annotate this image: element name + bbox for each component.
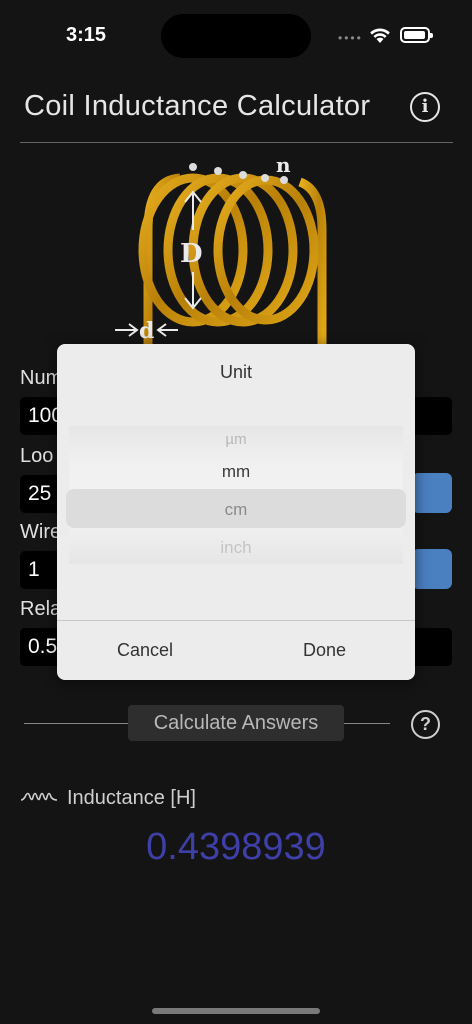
picker-option[interactable]: µm bbox=[69, 431, 403, 448]
loop-diameter-unit-button[interactable] bbox=[412, 473, 452, 513]
title-divider bbox=[20, 142, 453, 143]
picker-option[interactable]: mm bbox=[69, 462, 403, 482]
help-icon[interactable]: ? bbox=[411, 710, 440, 739]
home-indicator[interactable] bbox=[152, 1008, 320, 1014]
relative-permeability-label: Rela bbox=[20, 598, 62, 620]
info-icon[interactable]: i bbox=[410, 92, 440, 122]
wire-diameter-unit-button[interactable] bbox=[412, 549, 452, 589]
status-time: 3:15 bbox=[66, 24, 107, 46]
unit-picker-wheel[interactable]: µm mm cm inch bbox=[66, 426, 406, 564]
cellular-signal-icon: •••• bbox=[338, 31, 363, 45]
inductance-value: 0.4398939 bbox=[146, 826, 326, 868]
calculate-divider-right bbox=[344, 723, 390, 724]
turns-label: Num bbox=[20, 367, 63, 389]
picker-option-selected[interactable]: cm bbox=[69, 500, 403, 520]
unit-picker-dialog: Unit µm mm cm inch Cancel Done bbox=[57, 344, 415, 680]
wifi-icon bbox=[370, 28, 390, 43]
coil-label-n: n bbox=[276, 153, 291, 177]
status-bar: 3:15 •••• bbox=[0, 0, 472, 70]
wire-diameter-label: Wire bbox=[20, 521, 62, 543]
picker-option[interactable]: inch bbox=[69, 538, 403, 558]
coil-label-D: D bbox=[180, 239, 203, 269]
battery-icon bbox=[400, 27, 433, 43]
inductance-label: Inductance [H] bbox=[67, 787, 196, 809]
coil-diagram: n D d bbox=[115, 153, 327, 345]
calculate-divider-left bbox=[24, 723, 128, 724]
dialog-divider bbox=[57, 620, 415, 621]
calculate-answers-button[interactable]: Calculate Answers bbox=[128, 705, 344, 741]
dialog-title: Unit bbox=[219, 362, 252, 382]
coil-label-d: d bbox=[139, 318, 154, 344]
page-title: Coil Inductance Calculator bbox=[24, 90, 371, 122]
cancel-button[interactable]: Cancel bbox=[117, 640, 173, 661]
dynamic-island bbox=[161, 14, 311, 58]
done-button[interactable]: Done bbox=[303, 640, 346, 661]
inductor-icon bbox=[20, 792, 58, 801]
loop-diameter-label: Loo bbox=[20, 445, 54, 467]
